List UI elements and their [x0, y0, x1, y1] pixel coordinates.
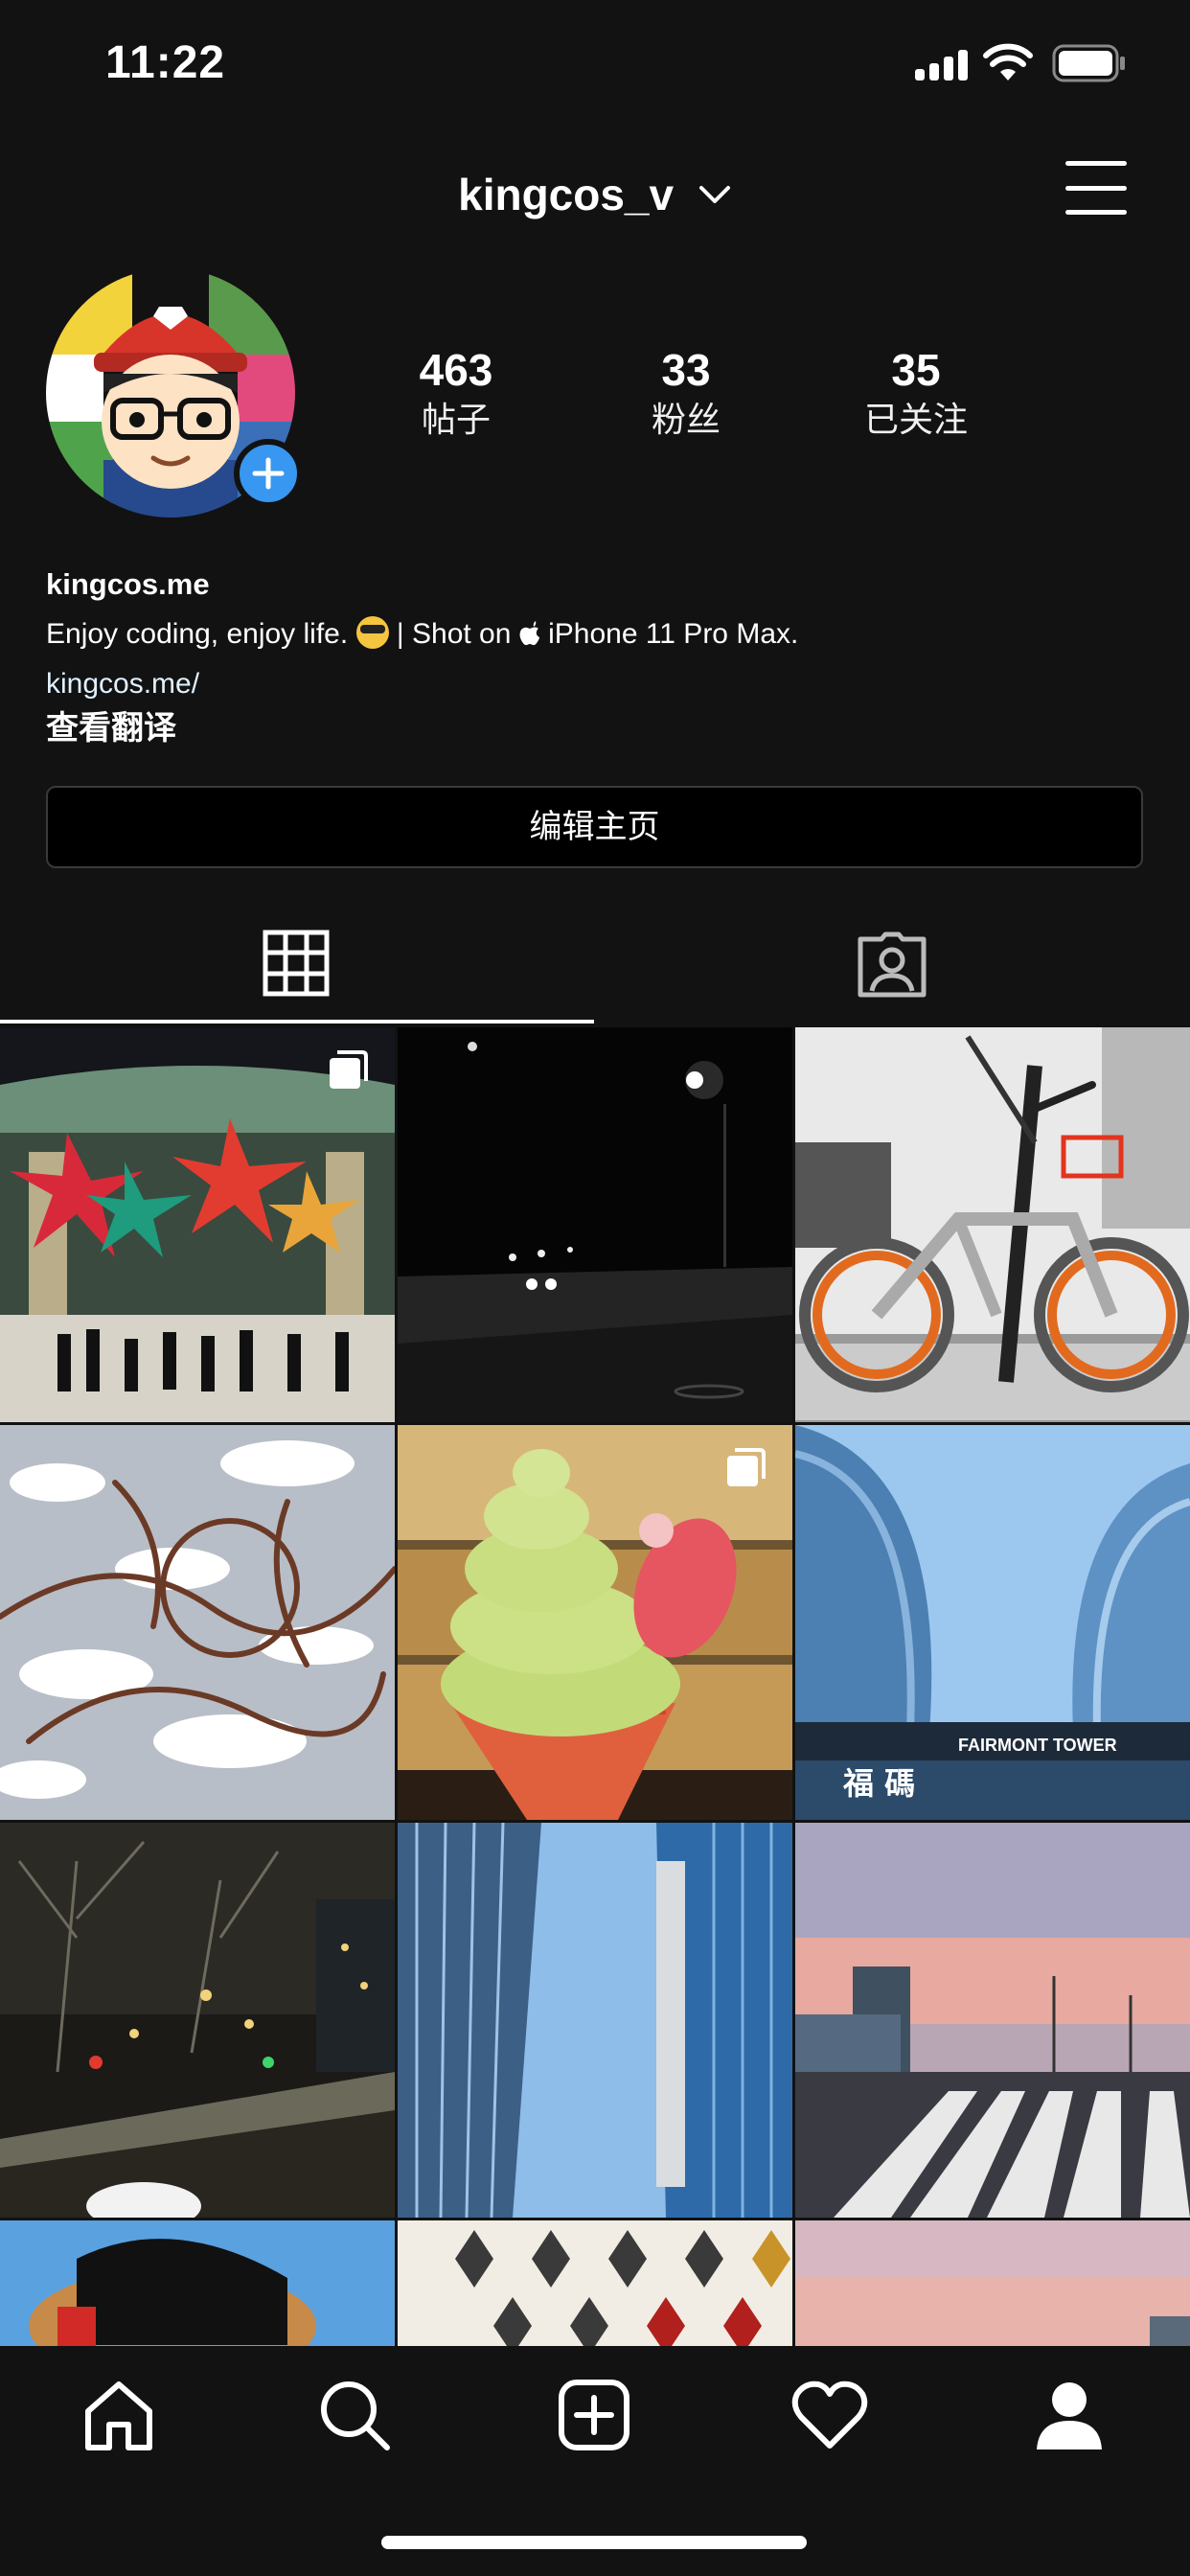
grid-icon	[263, 930, 330, 997]
bio-name: kingcos.me	[46, 567, 210, 601]
photo-post-8[interactable]	[398, 1823, 792, 2218]
followers-label: 粉丝	[651, 400, 721, 439]
bio-text: Enjoy coding, enjoy life. | Shot on iPho…	[46, 613, 1148, 656]
photo-post-10[interactable]	[0, 2220, 395, 2346]
photo-post-3[interactable]	[795, 1027, 1190, 1422]
add-story-button[interactable]	[234, 439, 303, 508]
photo-post-5[interactable]	[398, 1425, 792, 1820]
plus-icon	[252, 457, 285, 490]
photo-grid: FAIRMONT TOWER 福 碼	[0, 1027, 1190, 2346]
tab-grid[interactable]	[0, 901, 594, 1025]
tagged-person-icon	[858, 932, 927, 998]
photo-post-2[interactable]	[398, 1027, 792, 1422]
tab-indicator	[0, 1020, 594, 1024]
cellular-signal-icon	[915, 48, 969, 80]
followers-count: 33	[661, 345, 711, 395]
status-time: 11:22	[105, 37, 226, 88]
see-translation-link[interactable]: 查看翻译	[46, 705, 1148, 751]
bio-text-part-2: | Shot on	[388, 618, 519, 650]
stat-following[interactable]: 35 已关注	[820, 343, 1012, 443]
photo-post-11[interactable]	[398, 2220, 792, 2346]
posts-label: 帖子	[421, 400, 491, 439]
following-count: 35	[891, 345, 941, 395]
bio: kingcos.me Enjoy coding, enjoy life. | S…	[46, 564, 1148, 751]
profile-icon[interactable]	[1031, 2377, 1108, 2453]
battery-icon	[1052, 44, 1125, 82]
add-post-icon[interactable]	[556, 2377, 632, 2453]
posts-count: 463	[419, 345, 493, 395]
tower-chars-text: 福 碼	[842, 1765, 915, 1802]
sunglasses-emoji-icon	[355, 616, 389, 649]
photo-post-4[interactable]	[0, 1425, 395, 1820]
bio-link[interactable]: kingcos.me/	[46, 663, 1148, 705]
profile-header: kingcos_v	[0, 144, 1190, 240]
stat-posts[interactable]: 463 帖子	[360, 343, 552, 443]
account-switcher[interactable]: kingcos_v	[0, 165, 1190, 220]
home-indicator	[381, 2536, 807, 2549]
following-label: 已关注	[863, 400, 968, 439]
photo-post-1[interactable]	[0, 1027, 395, 1422]
photo-post-12[interactable]	[795, 2220, 1190, 2346]
chevron-down-icon[interactable]	[698, 183, 732, 206]
photo-post-7[interactable]	[0, 1823, 395, 2218]
tab-tagged[interactable]	[594, 901, 1190, 1025]
tower-sign-text: FAIRMONT TOWER	[958, 1736, 1117, 1755]
search-icon[interactable]	[316, 2377, 393, 2453]
photo-post-6[interactable]: FAIRMONT TOWER 福 碼	[795, 1425, 1190, 1820]
edit-profile-button[interactable]: 编辑主页	[46, 786, 1143, 868]
home-icon[interactable]	[80, 2377, 157, 2453]
stat-followers[interactable]: 33 粉丝	[590, 343, 782, 443]
bio-text-part-3: iPhone 11 Pro Max.	[539, 618, 799, 650]
menu-icon[interactable]	[1065, 161, 1127, 215]
wifi-icon	[983, 43, 1033, 80]
status-bar: 11:22	[0, 0, 1190, 134]
photo-post-9[interactable]	[795, 1823, 1190, 2218]
bio-text-part-1: Enjoy coding, enjoy life.	[46, 618, 356, 650]
multiple-photos-icon	[727, 1448, 766, 1486]
apple-logo-icon	[519, 621, 539, 646]
heart-icon[interactable]	[791, 2377, 868, 2453]
header-username[interactable]: kingcos_v	[458, 169, 674, 220]
multiple-photos-icon	[330, 1050, 368, 1089]
